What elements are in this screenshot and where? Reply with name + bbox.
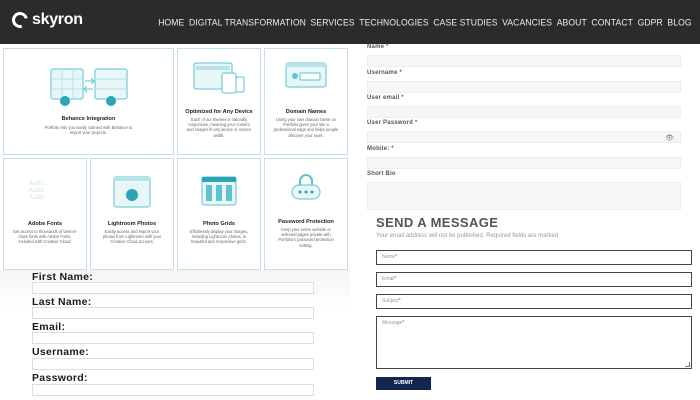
- nav-vacancies[interactable]: VACANCIES: [500, 17, 555, 28]
- name-label: Name *: [367, 44, 389, 50]
- username-label: Username:: [32, 346, 89, 358]
- site-header: skyron HOME DIGITAL TRANSFORMATION SERVI…: [0, 0, 700, 44]
- feature-card-password: Password Protection Keep your entire web…: [264, 158, 348, 270]
- last-name-input[interactable]: [32, 307, 314, 319]
- password-input[interactable]: [32, 384, 314, 396]
- feature-desc: Using your own domain name on Portfolio …: [273, 117, 339, 138]
- feature-title: Domain Names: [285, 109, 327, 115]
- feature-card-domain: Domain Names Using your own domain name …: [264, 48, 348, 155]
- nav-blog[interactable]: BLOG: [665, 17, 694, 28]
- feature-desc: Effortlessly display your images, includ…: [189, 229, 249, 245]
- devices-icon: [193, 62, 245, 94]
- feature-card-devices: Optimized for Any Device Each of our the…: [177, 48, 261, 155]
- logo[interactable]: skyron: [9, 9, 83, 31]
- photo-grid-icon: [201, 176, 237, 206]
- short-bio-label: Short Bio: [367, 171, 396, 177]
- user-password-input[interactable]: 👁: [367, 131, 681, 143]
- feature-card-behance: Behance Integration Portfolio lets you e…: [3, 48, 174, 155]
- svg-text:AaBb: AaBb: [29, 180, 45, 187]
- logo-icon: [9, 9, 31, 31]
- feature-desc: Portfolio lets you easily connect with B…: [44, 125, 133, 136]
- signup-form: First Name: Last Name: Email: Username: …: [0, 270, 350, 400]
- name-placeholder: Name*: [382, 254, 398, 260]
- svg-text:AaBb: AaBb: [29, 194, 45, 201]
- username-input[interactable]: [32, 358, 314, 370]
- mobile-input[interactable]: [367, 157, 681, 169]
- behance-sync-icon: [50, 68, 127, 106]
- resize-handle[interactable]: [685, 362, 690, 367]
- feature-desc: Easily access and import your photos fro…: [102, 229, 162, 245]
- nav-home[interactable]: HOME: [156, 17, 187, 28]
- feature-desc: Keep your entire website or selected pag…: [278, 227, 334, 248]
- feature-title: Adobe Fonts: [27, 221, 63, 227]
- feature-card-fonts: AaBb AaBb AaBb Adobe Fonts Get access to t…: [3, 158, 87, 270]
- nav-contact[interactable]: CONTACT: [589, 17, 635, 28]
- feature-title: Password Protection: [278, 219, 334, 225]
- svg-text:AaBb: AaBb: [29, 187, 45, 194]
- feature-title: Photo Grids: [202, 221, 235, 227]
- feature-card-photo-grid: Photo Grids Effortlessly display your im…: [177, 158, 261, 270]
- subject-placeholder: Subject*: [382, 298, 401, 304]
- feature-title: Behance Integration: [61, 116, 116, 122]
- submit-button[interactable]: SUBMIT: [376, 377, 431, 390]
- nav-digital-transformation[interactable]: DIGITAL TRANSFORMATION: [187, 17, 309, 28]
- feature-card-lightroom: Lightroom Photos Easily access and impor…: [90, 158, 174, 270]
- nav-case-studies[interactable]: CASE STUDIES: [431, 17, 500, 28]
- feature-grid: Behance Integration Portfolio lets you e…: [3, 48, 348, 270]
- username-label: Username *: [367, 70, 403, 76]
- nav-about[interactable]: ABOUT: [554, 17, 589, 28]
- register-form: Name * Username * User email * User Pass…: [350, 44, 700, 212]
- contact-form: SEND A MESSAGE Your email address will n…: [350, 212, 700, 400]
- short-bio-input[interactable]: [367, 182, 681, 210]
- show-password-icon[interactable]: 👁: [665, 134, 674, 142]
- feature-desc: Get access to thousands of best-in-class…: [12, 229, 78, 245]
- mobile-label: Mobile: *: [367, 146, 394, 152]
- contact-note: Your email address will not be published…: [376, 233, 559, 239]
- first-name-input[interactable]: [32, 282, 314, 294]
- email-input[interactable]: [32, 332, 314, 344]
- email-placeholder: Email*: [382, 276, 397, 282]
- lightroom-icon: [113, 176, 151, 208]
- name-input[interactable]: [367, 55, 681, 67]
- contact-message-textarea[interactable]: Message*: [376, 316, 692, 369]
- feature-title: Optimized for Any Device: [185, 109, 253, 115]
- contact-subject-input[interactable]: Subject*: [376, 294, 692, 309]
- user-email-input[interactable]: [367, 106, 681, 118]
- contact-title: SEND A MESSAGE: [376, 215, 499, 230]
- contact-email-input[interactable]: Email*: [376, 272, 692, 287]
- logo-text: skyron: [32, 11, 83, 28]
- nav-services[interactable]: SERVICES: [308, 17, 357, 28]
- user-password-label: User Password *: [367, 120, 418, 126]
- contact-name-input[interactable]: Name*: [376, 250, 692, 265]
- username-input[interactable]: [367, 81, 681, 93]
- main-nav: HOME DIGITAL TRANSFORMATION SERVICES TEC…: [156, 17, 694, 28]
- nav-gdpr[interactable]: GDPR: [635, 17, 665, 28]
- fonts-icon: AaBbAaBbAaBb: [29, 180, 45, 201]
- domain-icon: [285, 62, 327, 88]
- feature-title: Lightroom Photos: [107, 221, 157, 227]
- password-label: Password:: [32, 372, 88, 384]
- user-email-label: User email *: [367, 95, 404, 101]
- nav-technologies[interactable]: TECHNOLOGIES: [357, 17, 431, 28]
- message-placeholder: Message*: [382, 320, 405, 326]
- feature-desc: Each of our themes is naturally responsi…: [186, 117, 252, 138]
- lock-icon: [291, 174, 321, 200]
